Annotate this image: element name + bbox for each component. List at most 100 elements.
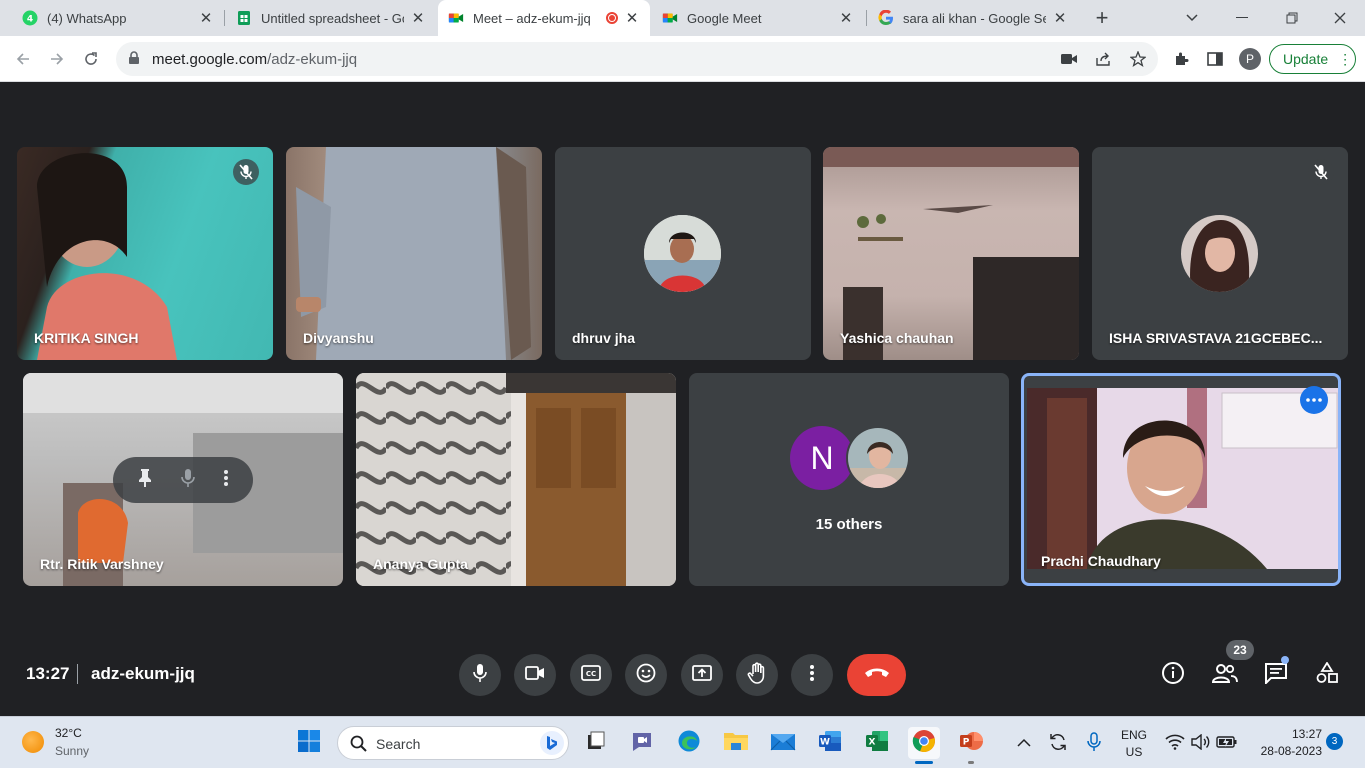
- close-icon[interactable]: ✕: [198, 10, 214, 27]
- microphone-tray-icon[interactable]: [1087, 732, 1101, 757]
- search-label: Search: [376, 736, 421, 752]
- participant-name: dhruv jha: [572, 330, 636, 346]
- participant-tile[interactable]: Rtr. Ritik Varshney: [23, 373, 343, 586]
- task-view-icon: [585, 730, 607, 757]
- side-panel-icon[interactable]: [1205, 49, 1225, 69]
- pin-icon[interactable]: [137, 468, 153, 493]
- raise-hand-button[interactable]: [736, 654, 778, 696]
- participant-video: [1027, 388, 1338, 569]
- participant-tile[interactable]: dhruv jha: [555, 147, 811, 360]
- meet-icon: [448, 10, 464, 26]
- weather-condition[interactable]: Sunny: [55, 744, 89, 758]
- clock-time[interactable]: 13:27: [1276, 727, 1322, 741]
- close-icon[interactable]: ✕: [1052, 10, 1068, 27]
- edge-icon: [677, 729, 701, 758]
- update-button[interactable]: Update ⋮: [1269, 44, 1356, 74]
- tab-spreadsheet[interactable]: Untitled spreadsheet - Go ✕: [226, 0, 436, 36]
- tab-title: Untitled spreadsheet - Go: [261, 10, 404, 26]
- share-icon[interactable]: [1095, 50, 1113, 68]
- captions-button[interactable]: CC: [570, 654, 612, 696]
- participant-avatar: N: [790, 426, 854, 490]
- present-screen-button[interactable]: [681, 654, 723, 696]
- svg-text:X: X: [869, 737, 876, 747]
- volume-icon[interactable]: [1191, 733, 1211, 755]
- tab-title: sara ali khan - Google Sea: [903, 10, 1046, 26]
- chevron-up-icon[interactable]: [1017, 735, 1031, 753]
- task-view-button[interactable]: [580, 727, 612, 759]
- more-options-icon[interactable]: [1300, 386, 1328, 414]
- tab-meet-active[interactable]: Meet – adz-ekum-jjq ✕: [438, 0, 650, 36]
- edge-button[interactable]: [673, 727, 705, 759]
- people-icon: [1211, 663, 1238, 688]
- extensions-icon[interactable]: [1171, 49, 1191, 69]
- url-path: /adz-ekum-jjq: [267, 51, 358, 68]
- participant-name: Prachi Chaudhary: [1041, 553, 1161, 569]
- chrome-button[interactable]: [908, 727, 940, 759]
- sheets-icon: [236, 10, 252, 26]
- participant-tile-active-speaker[interactable]: Prachi Chaudhary: [1021, 373, 1341, 586]
- clock-date[interactable]: 28-08-2023: [1250, 744, 1322, 758]
- profile-avatar[interactable]: P: [1239, 48, 1261, 70]
- start-button[interactable]: [293, 727, 325, 759]
- notification-badge[interactable]: 3: [1326, 733, 1343, 750]
- mic-off-icon: [233, 159, 259, 185]
- restore-button[interactable]: [1268, 0, 1316, 36]
- mail-button[interactable]: [767, 727, 799, 759]
- microphone-button[interactable]: [459, 654, 501, 696]
- new-tab-button[interactable]: +: [1090, 5, 1114, 30]
- people-button[interactable]: [1210, 660, 1240, 690]
- participant-tile[interactable]: ISHA SRIVASTAVA 21GCEBEC...: [1092, 147, 1348, 360]
- reactions-button[interactable]: [625, 654, 667, 696]
- more-options-icon[interactable]: [223, 469, 229, 492]
- close-icon[interactable]: ✕: [838, 10, 854, 27]
- participant-name: Yashica chauhan: [840, 330, 954, 346]
- tab-google-search[interactable]: sara ali khan - Google Sea ✕: [868, 0, 1078, 36]
- camera-icon[interactable]: [1060, 50, 1078, 68]
- activities-button[interactable]: [1312, 660, 1342, 690]
- reload-button[interactable]: [78, 46, 104, 72]
- info-icon: [1161, 661, 1185, 690]
- language-indicator-line2[interactable]: US: [1117, 745, 1151, 759]
- address-bar[interactable]: meet.google.com/adz-ekum-jjq: [116, 42, 1158, 76]
- call-end-icon: [864, 666, 890, 684]
- others-tile[interactable]: N 15 others: [689, 373, 1009, 586]
- meet-icon: [662, 10, 678, 26]
- participant-tile[interactable]: Divyanshu: [286, 147, 542, 360]
- tab-title: (4) WhatsApp: [47, 10, 127, 26]
- bookmark-star-icon[interactable]: [1129, 50, 1147, 68]
- tab-search-icon[interactable]: [1168, 0, 1216, 36]
- close-window-button[interactable]: [1316, 0, 1364, 36]
- mic-off-icon: [1308, 159, 1334, 185]
- teams-chat-button[interactable]: [626, 727, 658, 759]
- chat-button[interactable]: [1261, 656, 1291, 690]
- recording-icon: [606, 12, 618, 24]
- more-options-button[interactable]: [791, 654, 833, 696]
- weather-temperature[interactable]: 32°C: [55, 726, 82, 740]
- taskbar-search[interactable]: Search: [337, 726, 569, 760]
- meeting-details-button[interactable]: [1158, 660, 1188, 690]
- tab-whatsapp[interactable]: 4 (4) WhatsApp ✕: [12, 0, 224, 36]
- open-app-indicator: [968, 761, 974, 764]
- participant-tile[interactable]: KRITIKA SINGH: [17, 147, 273, 360]
- close-icon[interactable]: ✕: [624, 10, 640, 27]
- wifi-icon[interactable]: [1165, 734, 1185, 755]
- powerpoint-button[interactable]: P: [955, 727, 987, 759]
- forward-button[interactable]: [44, 46, 70, 72]
- excel-button[interactable]: X: [861, 727, 893, 759]
- back-button[interactable]: [10, 46, 36, 72]
- sync-icon[interactable]: [1048, 732, 1068, 757]
- participant-tile[interactable]: Yashica chauhan: [823, 147, 1079, 360]
- minimize-button[interactable]: [1218, 0, 1266, 36]
- update-label: Update: [1283, 51, 1329, 67]
- language-indicator-line1[interactable]: ENG: [1117, 728, 1151, 742]
- tab-google-meet[interactable]: Google Meet ✕: [652, 0, 864, 36]
- sun-icon[interactable]: [22, 731, 44, 753]
- participant-tile[interactable]: Ananya Gupta: [356, 373, 676, 586]
- file-explorer-button[interactable]: [720, 727, 752, 759]
- word-button[interactable]: W: [814, 727, 846, 759]
- mic-icon[interactable]: [181, 468, 195, 493]
- camera-button[interactable]: [514, 654, 556, 696]
- leave-call-button[interactable]: [847, 654, 906, 696]
- battery-icon[interactable]: [1216, 734, 1238, 755]
- close-icon[interactable]: ✕: [410, 10, 426, 27]
